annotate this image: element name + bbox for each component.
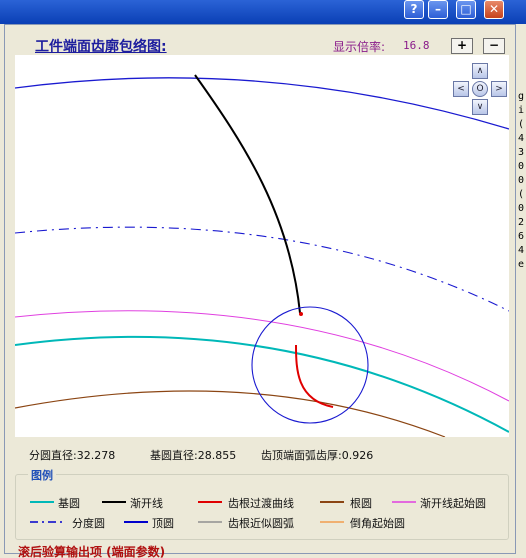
involute-start-point xyxy=(299,312,303,316)
pan-down-button[interactable]: ∨ xyxy=(472,99,488,115)
zoom-label: 显示倍率: xyxy=(333,40,386,54)
zoom-value: 16.8 xyxy=(403,39,430,52)
legend-title: 图例 xyxy=(28,467,56,483)
zoom-in-button[interactable]: + xyxy=(451,38,473,54)
legend-swatch xyxy=(124,521,148,523)
pan-left-button[interactable]: < xyxy=(453,81,469,97)
zoom-out-button[interactable]: − xyxy=(483,38,505,54)
bottom-section-header: 滚后验算输出项 (端面参数) xyxy=(18,545,166,558)
pan-right-button[interactable]: > xyxy=(491,81,507,97)
legend-swatch xyxy=(198,501,222,503)
tip-thickness-readout: 齿顶端面弧齿厚:0.926 xyxy=(261,449,374,462)
legend-swatch xyxy=(320,501,344,503)
maximize-button[interactable]: □ xyxy=(456,0,476,19)
minimize-button[interactable]: – xyxy=(428,0,448,19)
background-window-text: g i ( 4 3 0 0 ( 0 2 6 4 e xyxy=(518,91,525,270)
legend-swatch xyxy=(392,501,416,503)
pitch-diameter-readout: 分圆直径:32.278 xyxy=(29,449,116,462)
legend-group: 图例 基圆 渐开线 齿根过渡曲线 根圆 渐开线起始圆 分度圆 顶圆 齿根近似圆弧… xyxy=(15,467,509,540)
window-titlebar: ? – □ ✕ xyxy=(0,0,526,24)
close-button[interactable]: ✕ xyxy=(484,0,504,19)
base-diameter-readout: 基圆直径:28.855 xyxy=(150,449,237,462)
pan-center-button[interactable]: O xyxy=(472,81,488,97)
profile-dialog: 工件端面齿廓包络图: 显示倍率: 16.8 + − ∧ < O > ∨ 分圆直径… xyxy=(4,24,516,554)
readout-bar: 分圆直径:32.278 基圆直径:28.855 齿顶端面弧齿厚:0.926 xyxy=(5,447,517,463)
pan-up-button[interactable]: ∧ xyxy=(472,63,488,79)
profile-drawing xyxy=(15,55,509,437)
dialog-title: 工件端面齿廓包络图: xyxy=(35,39,167,55)
canvas-bg xyxy=(15,55,509,437)
legend-swatch xyxy=(102,501,126,503)
legend-swatch xyxy=(320,521,344,523)
help-button[interactable]: ? xyxy=(404,0,424,19)
profile-canvas[interactable]: ∧ < O > ∨ xyxy=(15,55,509,437)
pan-navigator: ∧ < O > ∨ xyxy=(453,63,507,115)
legend-swatch xyxy=(30,521,66,523)
legend-swatch xyxy=(30,501,54,503)
legend-swatch xyxy=(198,521,222,523)
